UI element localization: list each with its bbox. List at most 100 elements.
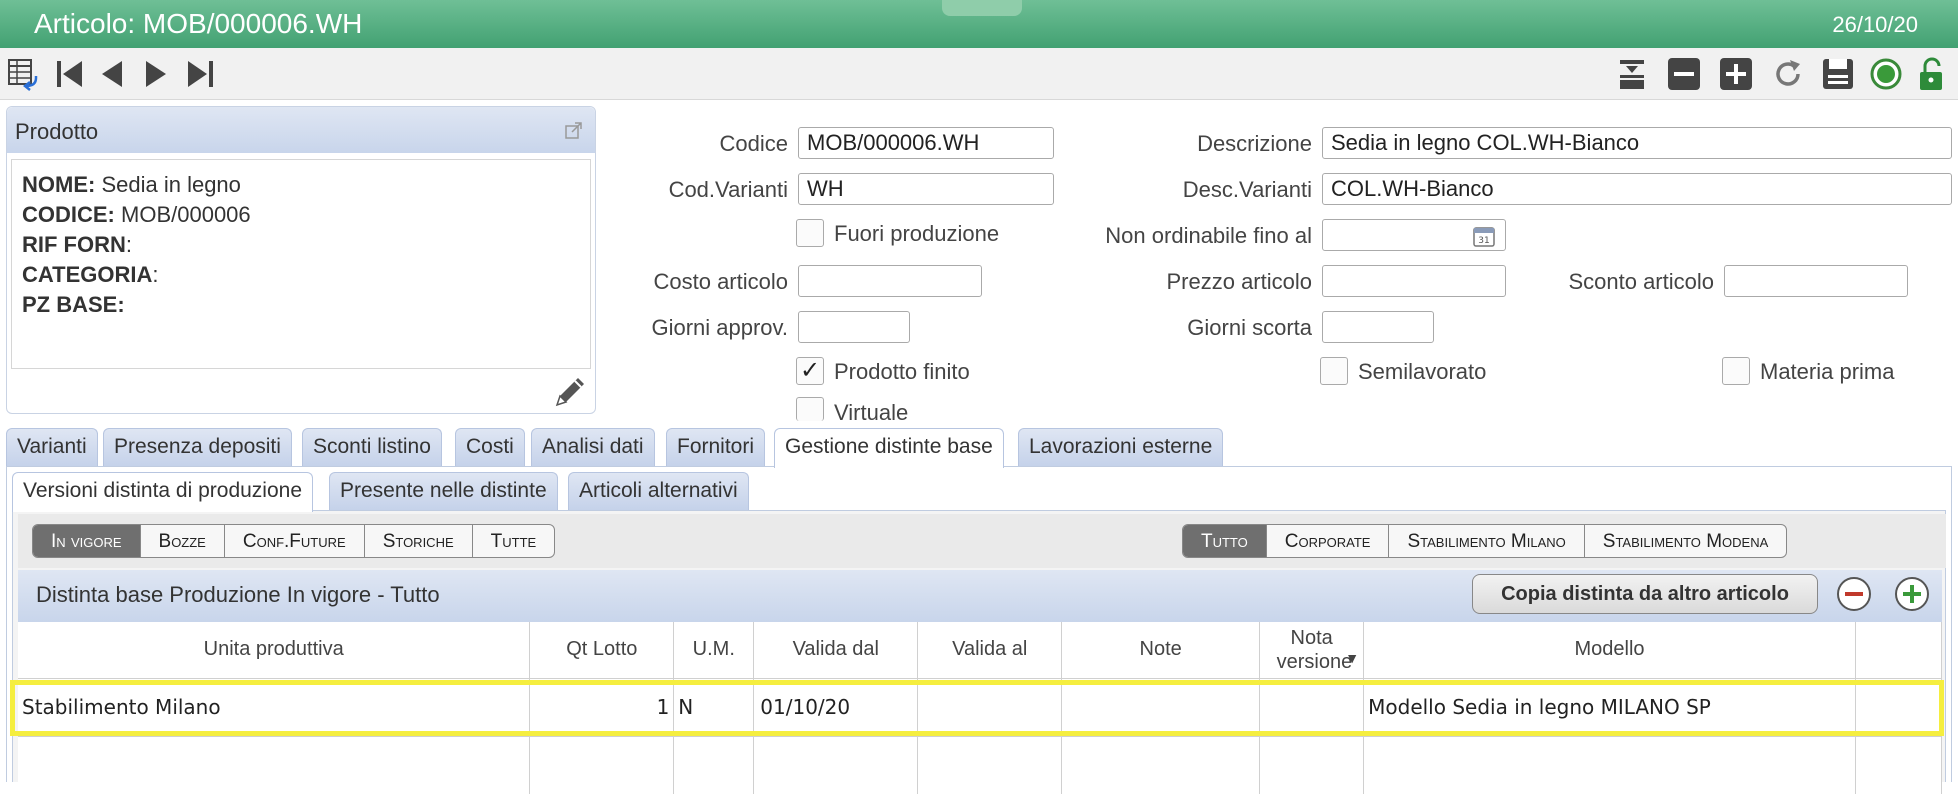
giorni-approv-label: Giorni approv. (651, 315, 788, 340)
desc-varianti-label: Desc.Varianti (1182, 177, 1312, 202)
filter-stabilimento-modena[interactable]: Stabilimento Modena (1585, 525, 1786, 557)
svg-text:31: 31 (1478, 236, 1489, 246)
subtab-articoli-alternativi[interactable]: Articoli alternativi (568, 472, 749, 510)
pz-base-label: PZ BASE: (22, 292, 125, 317)
title-bar: Articolo: MOB/000006.WH 26/10/20 (0, 0, 1958, 48)
add-icon[interactable] (1716, 54, 1756, 94)
cell-unita-produttiva[interactable]: Stabilimento Milano (18, 678, 531, 736)
grid-title: Distinta base Produzione In vigore - Tut… (36, 582, 440, 607)
prezzo-articolo-input[interactable] (1322, 265, 1506, 297)
subtab-versioni-distinta[interactable]: Versioni distinta di produzione (12, 472, 314, 512)
non-ordinabile-label: Non ordinabile fino al (1105, 223, 1312, 248)
cell-note[interactable] (1061, 678, 1261, 736)
tab-fornitori[interactable]: Fornitori (666, 428, 766, 466)
col-extra (1855, 622, 1943, 679)
filter-conf-future[interactable]: Conf.Future (225, 525, 365, 557)
plant-filter-group: Tutto Corporate Stabilimento Milano Stab… (1182, 524, 1788, 558)
cell-nota-versione[interactable] (1259, 678, 1365, 736)
status-filter-group: In vigore Bozze Conf.Future Storiche Tut… (32, 524, 556, 558)
cod-varianti-input[interactable] (798, 173, 1054, 205)
remove-icon[interactable] (1664, 54, 1704, 94)
previous-record-icon[interactable] (92, 54, 132, 94)
status-circle-icon[interactable] (1866, 54, 1906, 94)
refresh-icon[interactable] (1768, 54, 1808, 94)
cell-um[interactable]: N (673, 678, 755, 736)
categoria-value: : (152, 262, 159, 287)
save-icon[interactable] (1818, 54, 1858, 94)
next-record-icon[interactable] (136, 54, 176, 94)
col-modello[interactable]: Modello (1363, 622, 1856, 679)
codice-input[interactable] (798, 127, 1054, 159)
tab-presenza-depositi[interactable]: Presenza depositi (103, 428, 292, 466)
unlock-icon[interactable] (1912, 54, 1952, 94)
col-unita-produttiva[interactable]: Unita produttiva (18, 622, 531, 679)
virtuale-checkbox[interactable] (796, 397, 824, 421)
rif-forn-label: RIF FORN (22, 232, 126, 257)
tab-analisi-dati[interactable]: Analisi dati (531, 428, 655, 466)
col-qt-lotto[interactable]: Qt Lotto (529, 622, 675, 679)
codice-label: CODICE: (22, 202, 115, 227)
fuori-produzione-label: Fuori produzione (834, 221, 1000, 246)
codice-value: MOB/000006 (121, 202, 251, 227)
tab-gestione-distinte-base[interactable]: Gestione distinte base (774, 428, 1004, 468)
product-summary: NOME: Sedia in legno CODICE: MOB/000006 … (11, 159, 591, 369)
last-record-icon[interactable] (180, 54, 220, 94)
cell-valida-al[interactable] (917, 678, 1063, 736)
col-note[interactable]: Note (1061, 622, 1261, 679)
materia-prima-checkbox[interactable] (1722, 357, 1750, 385)
codice-field-label: Codice (719, 131, 788, 156)
col-nota-versione[interactable]: Nota versione ▼ (1259, 622, 1365, 679)
copy-distinta-button[interactable]: Copia distinta da altro articolo (1472, 574, 1818, 614)
table-header-row: Unita produttiva Qt Lotto U.M. Valida da… (18, 622, 1943, 679)
tab-costi[interactable]: Costi (455, 428, 525, 466)
cell-modello[interactable]: Modello Sedia in legno MILANO SP (1363, 678, 1856, 736)
giorni-approv-input[interactable] (798, 311, 910, 343)
archive-icon[interactable] (1612, 54, 1652, 94)
table-row[interactable]: Stabilimento Milano 1 N 01/10/20 Modello… (18, 678, 1943, 736)
filter-in-vigore[interactable]: In vigore (33, 525, 141, 557)
cod-varianti-label: Cod.Varianti (668, 177, 788, 202)
tab-sconti-listino[interactable]: Sconti listino (302, 428, 442, 466)
edit-pencil-icon[interactable] (549, 371, 589, 411)
desc-varianti-input[interactable] (1322, 173, 1952, 205)
table-row-empty (18, 736, 1943, 794)
giorni-scorta-input[interactable] (1322, 311, 1434, 343)
remove-row-icon[interactable] (1836, 576, 1872, 612)
costo-articolo-input[interactable] (798, 265, 982, 297)
distinta-table: Unita produttiva Qt Lotto U.M. Valida da… (18, 622, 1943, 794)
first-record-icon[interactable] (50, 54, 90, 94)
semilavorato-label: Semilavorato (1358, 359, 1487, 384)
materia-prima-label: Materia prima (1760, 359, 1895, 384)
filter-tutto[interactable]: Tutto (1183, 525, 1267, 557)
product-panel-header: Prodotto (7, 107, 595, 153)
rif-forn-value: : (125, 232, 133, 257)
prodotto-finito-checkbox[interactable]: ✓ (796, 357, 824, 385)
filter-bozze[interactable]: Bozze (141, 525, 225, 557)
add-row-icon[interactable] (1894, 576, 1930, 612)
sconto-articolo-input[interactable] (1724, 265, 1908, 297)
tab-varianti[interactable]: Varianti (6, 428, 98, 466)
filter-storiche[interactable]: Storiche (365, 525, 473, 557)
cell-valida-dal[interactable]: 01/10/20 (753, 678, 919, 736)
sconto-articolo-label: Sconto articolo (1568, 269, 1714, 294)
filter-corporate[interactable]: Corporate (1267, 525, 1390, 557)
categoria-label: CATEGORIA (22, 262, 153, 287)
grid-return-icon[interactable] (4, 54, 44, 94)
descrizione-input[interactable] (1322, 127, 1952, 159)
col-um[interactable]: U.M. (673, 622, 755, 679)
expand-icon[interactable] (565, 121, 583, 139)
drag-handle[interactable] (942, 0, 1022, 16)
calendar-icon[interactable]: 31 (1472, 224, 1496, 248)
fuori-produzione-checkbox[interactable] (796, 219, 824, 247)
filter-tutte[interactable]: Tutte (473, 525, 555, 557)
sort-down-icon: ▼ (1345, 650, 1360, 666)
tab-lavorazioni-esterne[interactable]: Lavorazioni esterne (1018, 428, 1224, 466)
subtab-presente-nelle-distinte[interactable]: Presente nelle distinte (329, 472, 558, 510)
cell-qt-lotto[interactable]: 1 (529, 678, 675, 736)
filter-stabilimento-milano[interactable]: Stabilimento Milano (1389, 525, 1585, 557)
giorni-scorta-label: Giorni scorta (1187, 315, 1312, 340)
product-panel-title: Prodotto (15, 119, 99, 144)
col-valida-al[interactable]: Valida al (917, 622, 1063, 679)
semilavorato-checkbox[interactable] (1320, 357, 1348, 385)
col-valida-dal[interactable]: Valida dal (753, 622, 919, 679)
